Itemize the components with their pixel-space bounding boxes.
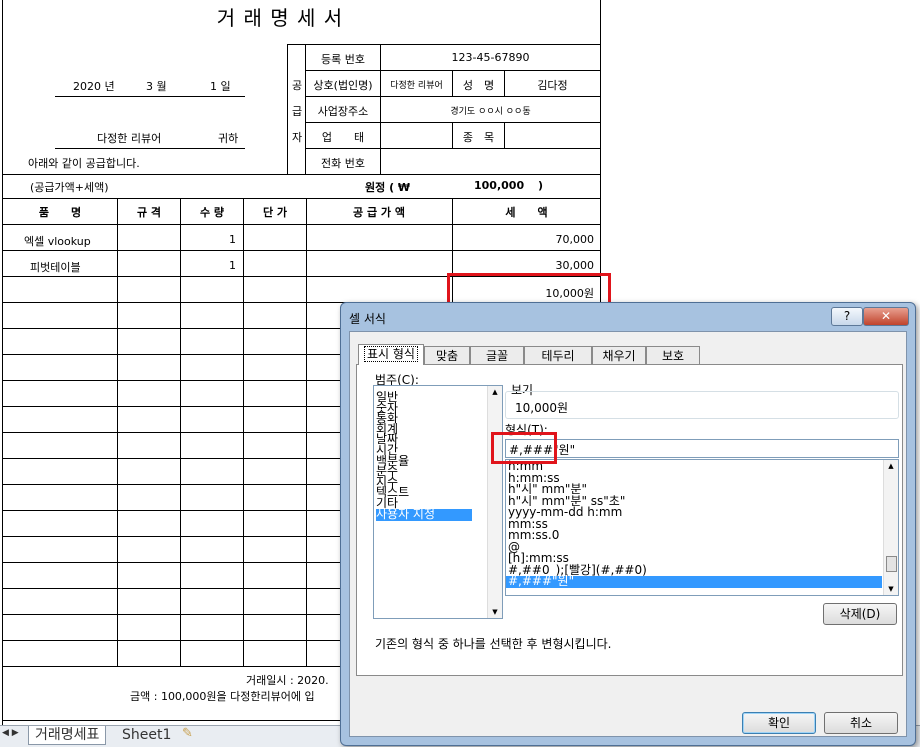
- preview-value: 10,000원: [515, 401, 569, 415]
- company-label: 상호(법인명): [313, 79, 373, 92]
- recipient-honorific: 귀하: [218, 132, 239, 145]
- table-column-line: [243, 198, 244, 666]
- address-label: 사업장주소: [317, 105, 369, 118]
- address-value: 경기도 ㅇㅇ시 ㅇㅇ동: [450, 107, 531, 117]
- date-year: 2020 년: [73, 80, 115, 93]
- scroll-up-icon[interactable]: ▲: [488, 388, 502, 396]
- supplier-side-2: 급: [291, 105, 303, 118]
- recipient-underline: [55, 148, 245, 149]
- format-item[interactable]: mm:ss.0: [508, 529, 882, 542]
- help-button[interactable]: ?: [831, 307, 863, 326]
- header-quantity: 수 량: [199, 206, 225, 219]
- tab-border[interactable]: 테두리: [524, 346, 592, 365]
- supplier-side-1: 공: [291, 79, 303, 92]
- supplier-line: [305, 148, 600, 149]
- row-2-name: 피벗테이블: [30, 261, 81, 274]
- tab-number-format[interactable]: 표시 형식: [358, 344, 424, 365]
- footer-line-1: 거래일시 : 2020.: [246, 674, 329, 687]
- supplier-line: [287, 44, 288, 174]
- table-row-line: [2, 198, 600, 199]
- format-scrollbar[interactable]: ▲ ▼: [883, 460, 898, 595]
- sum-close: ): [538, 179, 544, 192]
- format-item[interactable]: mm:ss: [508, 518, 882, 531]
- format-input[interactable]: #,###"원": [505, 439, 899, 458]
- recipient-name: 다정한 리뷰어: [97, 132, 162, 145]
- supplier-side-3: 자: [291, 131, 303, 144]
- table-column-line: [117, 198, 118, 666]
- format-cells-dialog: 셀 서식 ? ✕ 표시 형식 맞춤 글꼴 테두리 채우기 보호 범주(C): 일…: [340, 302, 916, 746]
- representative-label: 성 명: [462, 79, 495, 92]
- delete-button[interactable]: 삭제(D): [823, 603, 897, 625]
- company-value: 다정한 리뷰어: [390, 81, 443, 91]
- table-row-line: [2, 250, 600, 251]
- date-underline: [55, 96, 245, 97]
- supplier-line: [305, 96, 600, 97]
- number-format-panel: 범주(C): 일반 숫자 통화 회계 날짜 시간 백분율 분수 지수 텍스트 기타 사용자 지정 ▲ …: [356, 364, 903, 676]
- hint-text: 기존의 형식 중 하나를 선택한 후 변형시킵니다.: [375, 637, 612, 651]
- tab-number-format-label: 표시 형식: [364, 346, 418, 362]
- reg-number-value: 123-45-67890: [451, 51, 530, 64]
- header-unit-price: 단 가: [262, 206, 288, 219]
- sum-value: 100,000: [474, 179, 525, 192]
- category-scrollbar[interactable]: ▲ ▼: [487, 386, 502, 618]
- tab-font[interactable]: 글꼴: [470, 346, 524, 365]
- header-supply-amount: 공 급 가 액: [353, 206, 405, 219]
- row-1-qty: 1: [229, 233, 236, 246]
- row-1-tax: 70,000: [555, 233, 595, 246]
- scroll-down-icon[interactable]: ▼: [488, 608, 502, 616]
- format-list[interactable]: h:mm h:mm:ss h"시" mm"분" h"시" mm"분" ss"초" yyy…: [505, 459, 899, 596]
- format-item[interactable]: h:mm: [508, 460, 882, 473]
- scroll-thumb[interactable]: [886, 556, 897, 572]
- date-day: 1 일: [210, 80, 231, 93]
- cancel-button[interactable]: 취소: [824, 712, 898, 734]
- supplier-line: [504, 122, 505, 148]
- header-item-name: 품 명: [38, 206, 82, 219]
- row-1-name: 엑셀 vlookup: [24, 235, 91, 248]
- phone-label: 전화 번호: [321, 157, 365, 170]
- table-row-line: [2, 174, 600, 175]
- insert-sheet-icon[interactable]: ✎: [182, 726, 193, 741]
- business-type-label: 업 태: [321, 131, 365, 144]
- format-item[interactable]: yyyy-mm-dd h:mm: [508, 506, 882, 519]
- category-list[interactable]: 일반 숫자 통화 회계 날짜 시간 백분율 분수 지수 텍스트 기타 사용자 지정 ▲ ▼: [373, 385, 503, 619]
- tab-scroll-icon[interactable]: ◀ ▶: [2, 728, 19, 738]
- dialog-title: 셀 서식: [349, 312, 386, 326]
- footer-line-2: 금액 : 100,000원을 다정한리뷰어에 입: [130, 690, 315, 703]
- scroll-down-icon[interactable]: ▼: [884, 585, 898, 593]
- header-tax: 세 액: [505, 206, 548, 219]
- table-row-line: [2, 224, 600, 225]
- row-2-tax: 30,000: [555, 259, 595, 272]
- reg-number-label: 등록 번호: [321, 53, 365, 66]
- date-month: 3 월: [146, 80, 167, 93]
- table-column-line: [306, 198, 307, 666]
- tab-fill[interactable]: 채우기: [592, 346, 646, 365]
- row-2-qty: 1: [229, 259, 236, 272]
- tab-protection[interactable]: 보호: [646, 346, 700, 365]
- sum-label: 원정 ( ₩: [365, 181, 411, 194]
- sum-note: (공급가액+세액): [30, 181, 109, 194]
- format-highlight-box: [491, 432, 557, 464]
- business-item-label: 종 목: [462, 131, 495, 144]
- tab-alignment[interactable]: 맞춤: [424, 346, 470, 365]
- close-button[interactable]: ✕: [863, 307, 909, 326]
- sheet-left-border: [2, 0, 3, 725]
- ok-button[interactable]: 확인: [742, 712, 816, 734]
- invoice-title: 거 래 명 세 서: [216, 6, 344, 30]
- supply-statement: 아래와 같이 공급합니다.: [28, 157, 140, 170]
- representative-value: 김다정: [537, 79, 568, 92]
- category-item[interactable]: 사용자 지정: [376, 508, 472, 521]
- dialog-body: 표시 형식 맞춤 글꼴 테두리 채우기 보호 범주(C): 일반 숫자 통화 회계 날짜…: [349, 331, 907, 737]
- sheet-tab-sheet1[interactable]: Sheet1: [116, 726, 177, 744]
- supplier-line: [287, 44, 600, 45]
- sheet-tab-invoice[interactable]: 거래명세표: [28, 726, 107, 745]
- scroll-up-icon[interactable]: ▲: [884, 462, 898, 470]
- format-item[interactable]: #,###"원": [506, 575, 882, 588]
- header-spec: 규 격: [136, 206, 162, 219]
